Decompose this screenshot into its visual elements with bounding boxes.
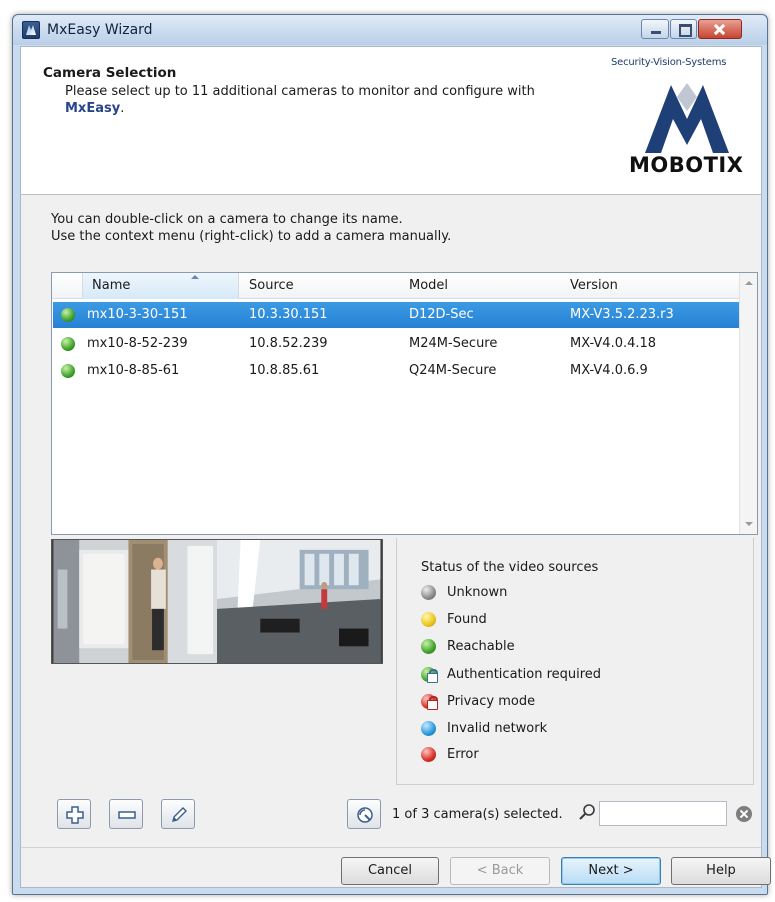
- blue-dot-icon: [421, 721, 436, 736]
- scroll-down-icon[interactable]: [745, 522, 753, 526]
- page-description: Please select up to 11 additional camera…: [65, 83, 585, 117]
- camera-name: mx10-3-30-151: [87, 307, 188, 322]
- instructions: You can double-click on a camera to chan…: [51, 211, 451, 245]
- camera-preview-image: [51, 539, 383, 664]
- maximize-button[interactable]: [670, 19, 697, 39]
- green-lock-icon: [421, 667, 438, 683]
- title-bar[interactable]: MxEasy Wizard: [13, 15, 767, 45]
- search-input[interactable]: [599, 801, 727, 826]
- brand-name: MxEasy: [65, 101, 121, 116]
- scroll-up-icon[interactable]: [745, 281, 753, 285]
- legend-label: Error: [447, 747, 479, 762]
- cancel-button[interactable]: Cancel: [341, 857, 439, 885]
- instruction-line-1: You can double-click on a camera to chan…: [51, 212, 403, 227]
- scan-network-button[interactable]: [347, 799, 381, 829]
- table-scrollbar[interactable]: [739, 273, 757, 534]
- camera-source: 10.3.30.151: [249, 307, 328, 322]
- edit-camera-button[interactable]: [161, 799, 195, 829]
- remove-camera-button[interactable]: [109, 799, 143, 829]
- camera-source: 10.8.52.239: [249, 336, 328, 351]
- reachable-status-icon: [61, 337, 75, 351]
- table-header: Name Source Model Version: [52, 273, 739, 299]
- column-header-name[interactable]: Name: [92, 278, 130, 293]
- wizard-content: Camera Selection Please select up to 11 …: [20, 46, 771, 888]
- column-header-source[interactable]: Source: [249, 278, 294, 293]
- page-title: Camera Selection: [43, 65, 177, 81]
- legend-label: Invalid network: [447, 721, 548, 736]
- logo-tagline: Security-Vision-Systems: [611, 57, 727, 68]
- camera-source: 10.8.85.61: [249, 363, 320, 378]
- legend-label: Privacy mode: [447, 694, 536, 709]
- app-icon: [22, 21, 40, 39]
- column-header-model[interactable]: Model: [409, 278, 448, 293]
- back-button[interactable]: < Back: [450, 857, 550, 885]
- status-legend-title: Status of the video sources: [421, 560, 599, 575]
- footer-divider: [21, 847, 761, 848]
- description-suffix: .: [120, 101, 125, 116]
- legend-label: Reachable: [447, 639, 515, 654]
- camera-model: Q24M-Secure: [409, 363, 497, 378]
- table-row[interactable]: mx10-8-52-239 10.8.52.239 M24M-Secure MX…: [53, 331, 739, 357]
- table-row[interactable]: mx10-8-85-61 10.8.85.61 Q24M-Secure MX-V…: [53, 358, 739, 384]
- table-row[interactable]: mx10-3-30-151 10.3.30.151 D12D-Sec MX-V3…: [53, 302, 739, 328]
- wizard-window: MxEasy Wizard Camera Selection Please se…: [12, 14, 771, 895]
- plus-icon: [66, 806, 84, 824]
- camera-model: D12D-Sec: [409, 307, 474, 322]
- legend-label: Found: [447, 612, 487, 627]
- camera-model: M24M-Secure: [409, 336, 498, 351]
- status-legend-panel: Status of the video sources Unknown Foun…: [396, 538, 754, 785]
- red-lock-icon: [421, 694, 438, 710]
- red-dot-icon: [421, 747, 436, 762]
- camera-table[interactable]: Name Source Model Version mx10-3-30-151 …: [51, 272, 758, 535]
- column-header-version[interactable]: Version: [570, 278, 618, 293]
- grey-dot-icon: [421, 585, 436, 600]
- reachable-status-icon: [61, 308, 75, 322]
- camera-version: MX-V4.0.6.9: [570, 363, 648, 378]
- window-title: MxEasy Wizard: [47, 22, 153, 38]
- add-camera-button[interactable]: [57, 799, 91, 829]
- legend-label: Authentication required: [447, 667, 602, 682]
- camera-version: MX-V3.5.2.23.r3: [570, 307, 674, 322]
- next-button[interactable]: Next >: [561, 857, 661, 885]
- description-text: Please select up to 11 additional camera…: [65, 84, 535, 99]
- selection-count: 1 of 3 camera(s) selected.: [392, 807, 563, 822]
- green-dot-icon: [421, 639, 436, 654]
- camera-name: mx10-8-52-239: [87, 336, 188, 351]
- wizard-header: Camera Selection Please select up to 11 …: [21, 47, 761, 195]
- camera-name: mx10-8-85-61: [87, 363, 180, 378]
- pencil-icon: [172, 807, 187, 822]
- minimize-button[interactable]: [641, 19, 669, 39]
- reachable-status-icon: [61, 364, 75, 378]
- help-button[interactable]: Help: [671, 857, 771, 885]
- minus-icon: [118, 811, 136, 819]
- logo-wordmark: MOBOTIX: [629, 153, 744, 177]
- network-scan-icon: [357, 807, 373, 823]
- sort-ascending-icon: [191, 275, 199, 279]
- camera-version: MX-V4.0.4.18: [570, 336, 657, 351]
- clear-search-icon[interactable]: [736, 806, 752, 822]
- search-icon: [579, 804, 595, 820]
- close-button[interactable]: [698, 19, 742, 39]
- instruction-line-2: Use the context menu (right-click) to ad…: [51, 229, 452, 244]
- yellow-dot-icon: [421, 612, 436, 627]
- legend-label: Unknown: [447, 585, 508, 600]
